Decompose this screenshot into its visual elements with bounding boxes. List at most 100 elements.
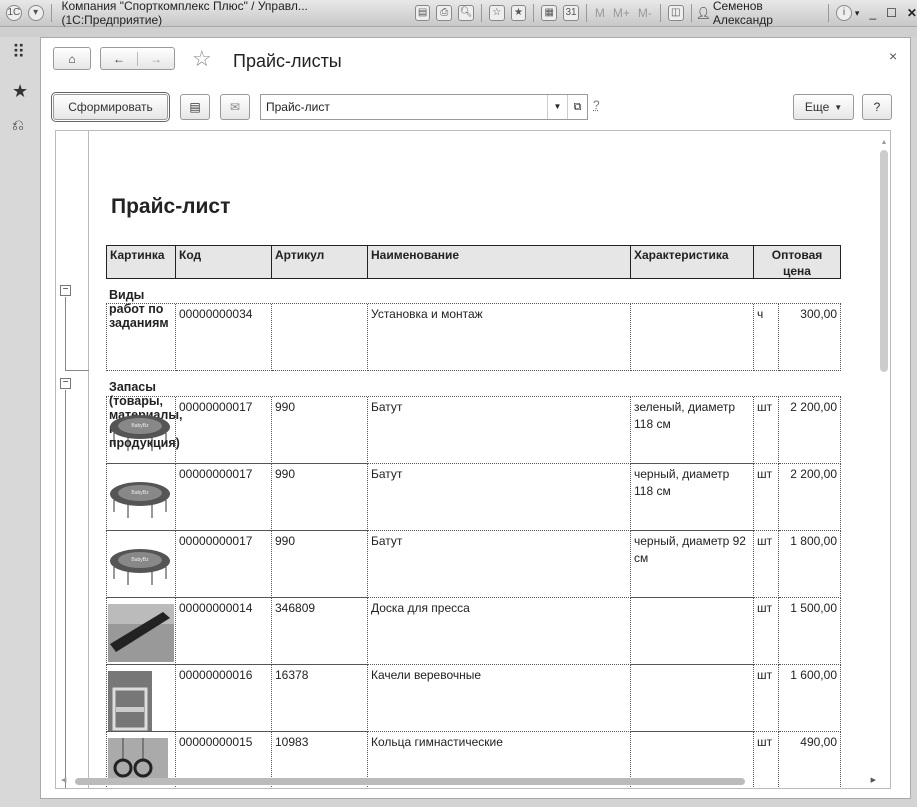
memory-mplus[interactable]: M+ <box>613 6 630 20</box>
bookmark-icon[interactable]: ★ <box>510 5 527 21</box>
cell-article[interactable]: 990 <box>272 531 368 598</box>
cell-name[interactable]: Батут <box>368 464 631 531</box>
collapse-group-1-icon[interactable]: − <box>60 285 71 296</box>
cell-price[interactable]: 1 600,00 <box>779 665 841 732</box>
minimize-button[interactable]: _ <box>869 6 876 20</box>
cell-code[interactable]: 00000000017 <box>176 464 272 531</box>
cell-unit[interactable]: шт <box>754 397 779 464</box>
product-image[interactable] <box>106 665 176 732</box>
cell-price[interactable]: 1 800,00 <box>779 531 841 598</box>
generate-button[interactable]: Сформировать <box>51 92 170 122</box>
cell-name[interactable]: Батут <box>368 397 631 464</box>
info-icon[interactable]: i <box>836 5 852 21</box>
memory-m[interactable]: M <box>595 6 605 20</box>
cell-unit[interactable]: шт <box>754 531 779 598</box>
column-header[interactable]: Картинка <box>106 245 176 279</box>
close-window-button[interactable]: ✕ <box>907 6 917 20</box>
cell-article[interactable] <box>272 304 368 371</box>
svg-text:BabyBz: BabyBz <box>131 490 149 496</box>
report-variant-select[interactable]: Прайс-лист ▼ ⧉ <box>260 94 588 120</box>
column-header[interactable]: Характеристика <box>631 245 754 279</box>
product-image[interactable]: BabyBz <box>106 531 176 598</box>
cell-unit[interactable]: ч <box>754 304 779 371</box>
cell-article[interactable]: 990 <box>272 397 368 464</box>
cell-price[interactable]: 1 500,00 <box>779 598 841 665</box>
app-logo-icon[interactable]: 1С <box>6 5 22 21</box>
vertical-scrollbar[interactable]: ▲ <box>879 139 889 767</box>
cell-code[interactable]: 00000000034 <box>176 304 272 371</box>
help-button[interactable]: ? <box>862 94 892 120</box>
calculator-icon[interactable]: ▦ <box>541 5 558 21</box>
calendar-icon[interactable]: 31 <box>563 5 579 21</box>
product-image[interactable] <box>106 598 176 665</box>
user-name[interactable]: Семенов Александр <box>713 0 824 27</box>
cell-unit[interactable]: шт <box>754 598 779 665</box>
save-button[interactable]: ▤ <box>180 94 210 120</box>
cell-name[interactable]: Доска для пресса <box>368 598 631 665</box>
product-image[interactable]: BabyBz <box>106 464 176 531</box>
envelope-icon: ✉ <box>229 100 241 114</box>
cell-characteristic[interactable]: черный, диаметр 118 см <box>631 464 754 531</box>
cell-characteristic[interactable] <box>631 304 754 371</box>
cell-characteristic[interactable]: черный, диаметр 92 см <box>631 531 754 598</box>
horizontal-scroll-thumb[interactable] <box>75 778 745 785</box>
back-arrow-icon[interactable]: ← <box>101 51 138 66</box>
send-email-button[interactable]: ✉ <box>220 94 250 120</box>
cell-price[interactable]: 2 200,00 <box>779 397 841 464</box>
sidebar: ⠿ ★ ⎌ <box>0 37 40 807</box>
memory-mminus[interactable]: M- <box>638 6 652 20</box>
home-icon: ⌂ <box>68 51 76 66</box>
save-icon[interactable]: ▤ <box>414 5 431 21</box>
menu-icon[interactable]: ▾ <box>27 5 44 21</box>
print-icon[interactable]: ⎙ <box>436 5 453 21</box>
cell-article[interactable]: 16378 <box>272 665 368 732</box>
cell-code[interactable]: 00000000014 <box>176 598 272 665</box>
cell-characteristic[interactable] <box>631 665 754 732</box>
product-image[interactable]: BabyBz <box>106 397 176 464</box>
cell-characteristic[interactable]: зеленый, диаметр 118 см <box>631 397 754 464</box>
favorites-star-icon[interactable]: ★ <box>12 81 28 102</box>
cell-article[interactable]: 990 <box>272 464 368 531</box>
open-icon[interactable]: ⧉ <box>567 95 587 119</box>
collapse-group-2-icon[interactable]: − <box>60 378 71 389</box>
chevron-down-icon: ▼ <box>834 102 843 112</box>
cell-unit[interactable]: шт <box>754 665 779 732</box>
panels-icon[interactable]: ◫ <box>667 5 684 21</box>
svg-text:BabyBz: BabyBz <box>131 557 149 563</box>
column-header[interactable]: Код <box>176 245 272 279</box>
spreadsheet[interactable]: − − Прайс-лист Картинка Код Артикул Наимено… <box>55 130 891 789</box>
cell-price[interactable]: 2 200,00 <box>779 464 841 531</box>
cell-name[interactable]: Батут <box>368 531 631 598</box>
save-icon: ▤ <box>189 100 201 114</box>
cell-characteristic[interactable] <box>631 598 754 665</box>
more-button[interactable]: Еще ▼ <box>793 94 854 120</box>
cell-name[interactable]: Установка и монтаж <box>368 304 631 371</box>
preview-icon[interactable]: 🔍︎ <box>458 5 474 21</box>
help-link[interactable]: ? <box>593 98 600 112</box>
history-icon[interactable]: ⎌ <box>12 117 24 134</box>
column-header[interactable]: Артикул <box>272 245 368 279</box>
product-image[interactable] <box>106 304 176 371</box>
cell-code[interactable]: 00000000017 <box>176 531 272 598</box>
cell-code[interactable]: 00000000017 <box>176 397 272 464</box>
dropdown-icon[interactable]: ▾ <box>855 8 860 19</box>
cell-unit[interactable]: шт <box>754 464 779 531</box>
home-button[interactable]: ⌂ <box>53 47 91 70</box>
maximize-button[interactable]: ☐ <box>886 6 897 20</box>
column-header[interactable]: Наименование <box>368 245 631 279</box>
favorite-icon[interactable]: ☆ <box>488 5 505 21</box>
cell-name[interactable]: Качели веревочные <box>368 665 631 732</box>
close-form-button[interactable]: × <box>889 48 897 64</box>
column-header[interactable]: Оптовая цена <box>754 245 841 279</box>
forward-arrow-icon[interactable]: → <box>138 52 174 66</box>
sections-grid-icon[interactable]: ⠿ <box>12 42 25 63</box>
cell-article[interactable]: 346809 <box>272 598 368 665</box>
horizontal-scrollbar[interactable]: ◀ ▶ <box>61 776 876 786</box>
cell-code[interactable]: 00000000016 <box>176 665 272 732</box>
chevron-down-icon[interactable]: ▼ <box>547 95 567 119</box>
user-icon: 👤︎ <box>695 6 711 20</box>
favorite-star-icon[interactable]: ☆ <box>192 46 212 72</box>
cell-price[interactable]: 300,00 <box>779 304 841 371</box>
title-bar: 1С ▾ Компания "Спорткомплекс Плюс" / Упр… <box>0 0 917 27</box>
vertical-scroll-thumb[interactable] <box>880 150 888 372</box>
